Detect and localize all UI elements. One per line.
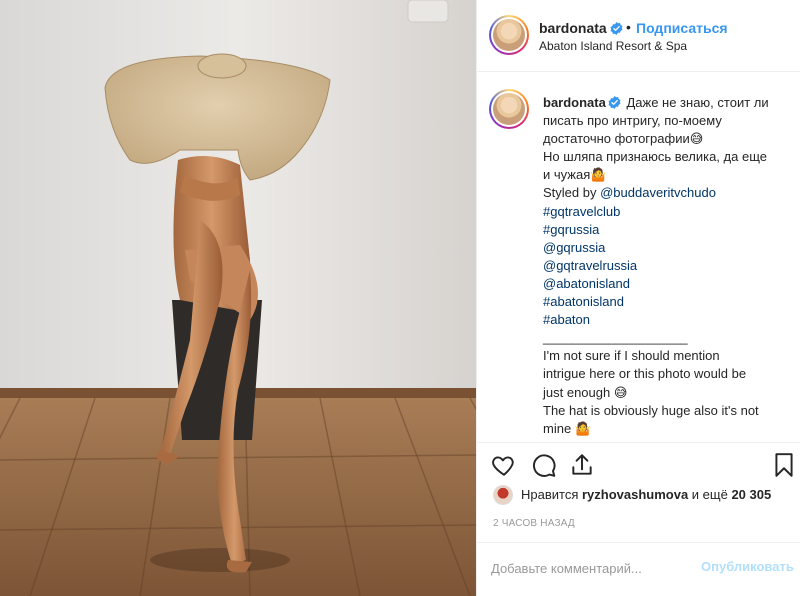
caption-line: I'm not sure if I should mention: [543, 348, 720, 364]
comment-form: Опубликовать: [477, 542, 800, 596]
comment-icon[interactable]: [531, 452, 557, 478]
liker-avatar: [493, 485, 513, 505]
caption-username[interactable]: bardonata: [543, 95, 606, 110]
location-link[interactable]: Abaton Island Resort & Spa: [539, 39, 687, 53]
caption-divider: ____________________: [543, 330, 688, 346]
post-photo[interactable]: [0, 0, 476, 596]
liker-username[interactable]: ryzhovashumova: [582, 487, 688, 502]
post-header: bardonata • Подписаться Abaton Island Re…: [477, 0, 800, 72]
caption-line: Styled by @buddaveritvchudo: [543, 185, 716, 201]
hashtag-link[interactable]: #gqrussia: [543, 221, 793, 239]
caption-line: The hat is obviously huge also it's not: [543, 402, 759, 418]
mention-link[interactable]: @buddaveritvchudo: [600, 185, 716, 200]
caption-line: intrigue here or this photo would be: [543, 366, 747, 382]
caption-avatar[interactable]: [489, 89, 529, 129]
bookmark-icon[interactable]: [771, 452, 797, 478]
caption-line: bardonata Даже не знаю, стоит ли: [543, 95, 769, 110]
post-caption: bardonata Даже не знаю, стоит ли писать …: [543, 94, 793, 438]
hashtag-link[interactable]: #abaton: [543, 311, 793, 329]
caption-line: и чужая🤷: [543, 167, 607, 183]
likes-count[interactable]: 20 305: [731, 487, 771, 502]
mention-link[interactable]: @abatonisland: [543, 275, 793, 293]
comments-area[interactable]: bardonata Даже не знаю, стоит ли писать …: [477, 72, 800, 442]
publish-button[interactable]: Опубликовать: [701, 559, 794, 574]
share-icon[interactable]: [569, 452, 595, 478]
author-avatar[interactable]: [489, 15, 529, 55]
post-actions: Нравится ryzhovashumova и ещё 20 305 2 ч…: [477, 442, 800, 542]
post-timestamp[interactable]: 2 часов назад: [493, 518, 575, 529]
separator-dot: •: [626, 19, 631, 35]
author-username[interactable]: bardonata: [539, 20, 607, 36]
verified-badge-icon: [610, 22, 623, 35]
comment-input[interactable]: [491, 557, 699, 579]
follow-button[interactable]: Подписаться: [636, 20, 728, 36]
post-image: [0, 0, 476, 596]
verified-badge-icon: [608, 96, 621, 109]
mention-link[interactable]: @gqrussia: [543, 239, 793, 257]
caption-line: Но шляпа признаюсь велика, да еще: [543, 149, 767, 165]
caption-line: mine 🤷: [543, 420, 591, 436]
post-sidebar: bardonata • Подписаться Abaton Island Re…: [476, 0, 800, 596]
mention-link[interactable]: @gqtravelrussia: [543, 257, 793, 275]
hashtag-link[interactable]: #gqtravelclub: [543, 203, 793, 221]
heart-icon[interactable]: [491, 452, 517, 478]
caption-line: писать про интригу, по-моему: [543, 113, 722, 129]
caption-line: just enough 😅: [543, 384, 628, 400]
caption-line: достаточно фотографии😅: [543, 131, 704, 147]
hashtag-link[interactable]: #abatonisland: [543, 293, 793, 311]
